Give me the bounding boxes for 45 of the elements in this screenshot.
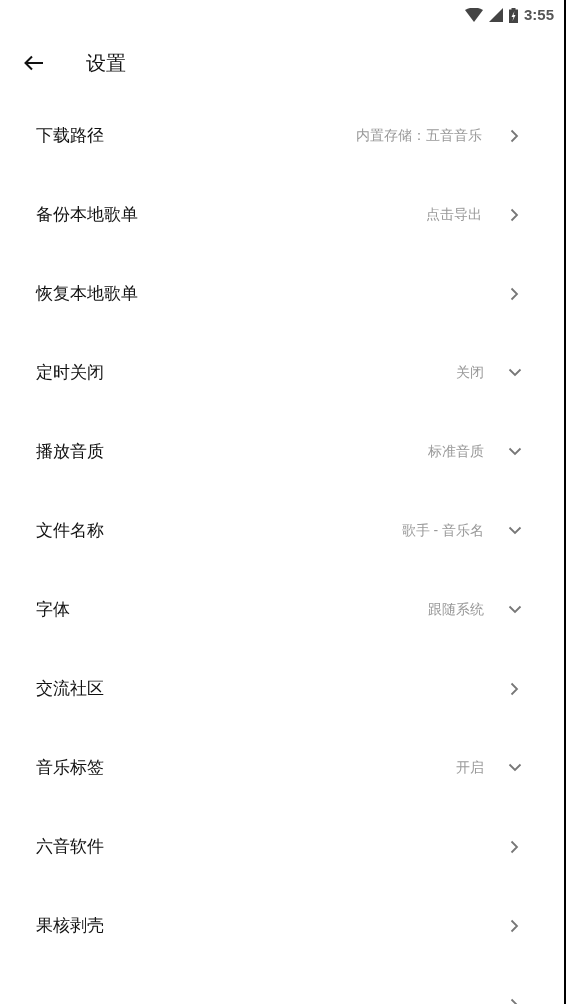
setting-label: 交流社区	[36, 678, 104, 698]
chevron-right-icon	[510, 918, 519, 933]
page-title: 设置	[86, 51, 126, 76]
settings-row[interactable]: 交流社区	[0, 649, 564, 728]
setting-value: 内置存储：五音音乐	[356, 126, 482, 145]
chevron-down-icon	[508, 526, 522, 535]
chevron-right-icon	[510, 839, 519, 854]
settings-row[interactable]: 备份本地歌单 点击导出	[0, 175, 564, 254]
settings-row[interactable]: 音乐标签 开启	[0, 728, 564, 807]
settings-row[interactable]: 六音软件	[0, 807, 564, 886]
chevron-right-icon	[510, 286, 519, 301]
status-time: 3:55	[523, 4, 554, 25]
wifi-icon	[464, 8, 483, 22]
setting-value: 歌手 - 音乐名	[401, 521, 484, 540]
setting-label: 果核剥壳	[36, 915, 104, 935]
setting-value: 跟随系统	[428, 600, 484, 619]
setting-label: 下载路径	[36, 125, 104, 145]
settings-row[interactable]: 定时关闭 关闭	[0, 333, 564, 412]
setting-label: 恢复本地歌单	[36, 283, 138, 303]
chevron-right-icon	[510, 681, 519, 696]
setting-value: 开启	[456, 758, 484, 777]
settings-row[interactable]: 下载路径 内置存储：五音音乐	[0, 96, 564, 175]
setting-value: 关闭	[456, 363, 484, 382]
setting-label: 文件名称	[36, 520, 104, 540]
chevron-down-icon	[508, 605, 522, 614]
chevron-right-icon	[510, 207, 519, 222]
chevron-down-icon	[508, 368, 522, 377]
settings-row[interactable]: 果核剥壳	[0, 886, 564, 965]
setting-label: 定时关闭	[36, 362, 104, 382]
setting-value: 标准音质	[428, 442, 484, 461]
settings-row[interactable]: 播放音质 标准音质	[0, 412, 564, 491]
signal-icon	[488, 8, 503, 22]
chevron-down-icon	[508, 763, 522, 772]
setting-label: 六音软件	[36, 836, 104, 856]
settings-row[interactable]: 字体 跟随系统	[0, 570, 564, 649]
setting-label: 备份本地歌单	[36, 204, 138, 224]
battery-icon	[508, 7, 518, 23]
chevron-right-icon	[510, 128, 519, 143]
setting-value: 点击导出	[426, 205, 482, 224]
setting-label: 字体	[36, 599, 70, 619]
settings-row[interactable]: 恢复本地歌单	[0, 254, 564, 333]
setting-label: 播放音质	[36, 441, 104, 461]
setting-label: 音乐标签	[36, 757, 104, 777]
settings-row[interactable]: 文件名称 歌手 - 音乐名	[0, 491, 564, 570]
chevron-down-icon	[508, 447, 522, 456]
